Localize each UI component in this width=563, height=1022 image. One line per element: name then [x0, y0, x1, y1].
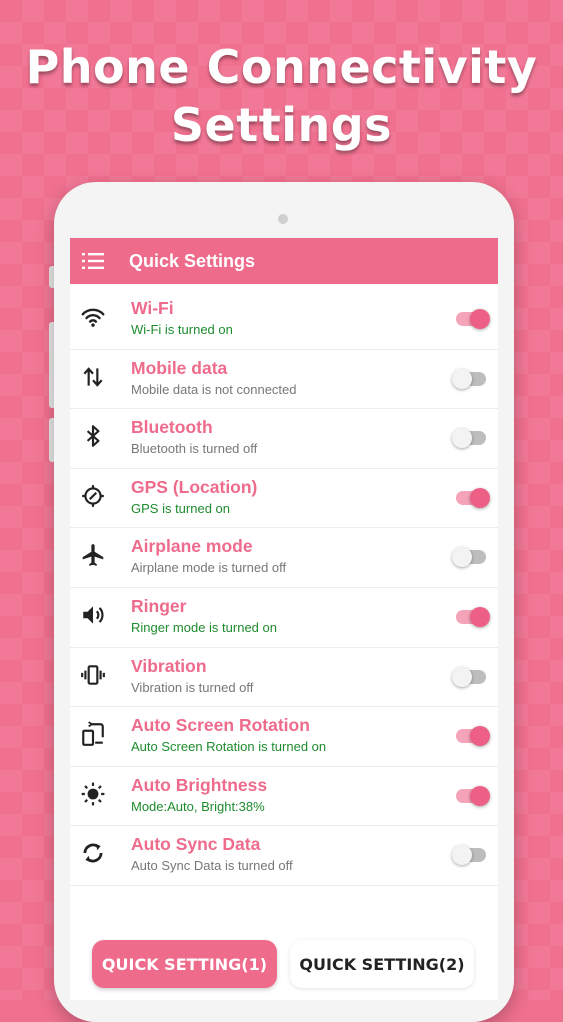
- promo-title-line2: Settings: [170, 98, 393, 152]
- menu-icon[interactable]: [82, 252, 104, 270]
- brightness-icon: [81, 782, 105, 806]
- setting-row-vibration[interactable]: Vibration Vibration is turned off: [70, 648, 498, 708]
- setting-row-gps[interactable]: GPS (Location) GPS is turned on: [70, 469, 498, 529]
- setting-subtitle: Ringer mode is turned on: [131, 619, 277, 635]
- setting-title: GPS (Location): [131, 476, 258, 497]
- bluetooth-icon: [86, 425, 100, 448]
- toggle-knob: [470, 726, 490, 747]
- vibration-icon: [81, 664, 105, 685]
- setting-subtitle: GPS is turned on: [131, 500, 230, 516]
- setting-title: Bluetooth: [131, 417, 213, 438]
- vibration-toggle[interactable]: [452, 666, 486, 687]
- ringer-icon: [83, 606, 104, 624]
- phone-screen: Quick Settings Wi-Fi Wi-Fi is turned on …: [70, 238, 498, 1000]
- toggle-knob: [470, 309, 490, 329]
- setting-subtitle: Airplane mode is turned off: [131, 560, 287, 576]
- toggle-knob: [470, 487, 490, 508]
- toggle-knob: [452, 845, 472, 866]
- setting-title: Auto Sync Data: [131, 834, 261, 855]
- setting-subtitle: Vibration is turned off: [131, 679, 254, 695]
- toggle-knob: [452, 547, 472, 568]
- settings-list: Wi-Fi Wi-Fi is turned on Mobile data Mob…: [70, 290, 498, 886]
- setting-title: Airplane mode: [131, 536, 253, 557]
- setting-row-airplane[interactable]: Airplane mode Airplane mode is turned of…: [70, 528, 498, 588]
- setting-row-screen-rotation[interactable]: Auto Screen Rotation Auto Screen Rotatio…: [70, 707, 498, 767]
- toggle-knob: [470, 606, 490, 627]
- setting-subtitle: Wi-Fi is turned on: [131, 322, 233, 337]
- promo-title-line1: Phone Connectivity: [25, 40, 538, 94]
- brightness-toggle[interactable]: [456, 785, 490, 806]
- ringer-toggle[interactable]: [456, 606, 490, 627]
- setting-row-brightness[interactable]: Auto Brightness Mode:Auto, Bright:38%: [70, 767, 498, 827]
- bluetooth-toggle[interactable]: [452, 428, 486, 449]
- setting-subtitle: Mode:Auto, Bright:38%: [131, 798, 265, 814]
- setting-row-wifi[interactable]: Wi-Fi Wi-Fi is turned on: [70, 290, 498, 350]
- setting-title: Auto Screen Rotation: [131, 715, 310, 736]
- mobile-data-toggle[interactable]: [452, 368, 486, 389]
- toggle-knob: [470, 785, 490, 806]
- airplane-toggle[interactable]: [452, 547, 486, 568]
- app-bar-title: Quick Settings: [129, 250, 256, 271]
- setting-subtitle: Auto Sync Data is turned off: [131, 858, 293, 874]
- quick-setting-2-button[interactable]: QUICK SETTING(2): [290, 940, 474, 988]
- setting-row-sync[interactable]: Auto Sync Data Auto Sync Data is turned …: [70, 826, 498, 886]
- toggle-knob: [452, 428, 472, 449]
- setting-subtitle: Bluetooth is turned off: [131, 441, 258, 457]
- setting-row-mobile-data[interactable]: Mobile data Mobile data is not connected: [70, 350, 498, 410]
- setting-title: Ringer: [131, 595, 187, 616]
- phone-camera: [278, 214, 288, 224]
- toggle-knob: [452, 666, 472, 687]
- gps-icon: [82, 484, 104, 507]
- airplane-icon: [82, 544, 104, 567]
- sync-icon: [83, 843, 103, 863]
- quick-setting-1-button[interactable]: QUICK SETTING(1): [92, 940, 277, 988]
- setting-subtitle: Auto Screen Rotation is turned on: [131, 739, 327, 755]
- mobile-data-icon: [83, 366, 103, 387]
- screen-rotation-toggle[interactable]: [456, 726, 490, 747]
- wifi-icon: [81, 308, 105, 327]
- setting-title: Mobile data: [131, 357, 228, 378]
- setting-title: Vibration: [131, 655, 207, 676]
- screen-rotation-icon: [82, 721, 104, 747]
- wifi-toggle[interactable]: [456, 309, 490, 329]
- app-bar: Quick Settings: [70, 238, 498, 284]
- gps-toggle[interactable]: [456, 487, 490, 508]
- setting-title: Auto Brightness: [131, 774, 268, 795]
- setting-row-bluetooth[interactable]: Bluetooth Bluetooth is turned off: [70, 409, 498, 469]
- sync-toggle[interactable]: [452, 845, 486, 866]
- setting-row-ringer[interactable]: Ringer Ringer mode is turned on: [70, 588, 498, 648]
- toggle-knob: [452, 368, 472, 389]
- setting-subtitle: Mobile data is not connected: [131, 381, 297, 397]
- setting-title: Wi-Fi: [131, 298, 174, 318]
- promo-title: Phone Connectivity Settings: [0, 38, 563, 154]
